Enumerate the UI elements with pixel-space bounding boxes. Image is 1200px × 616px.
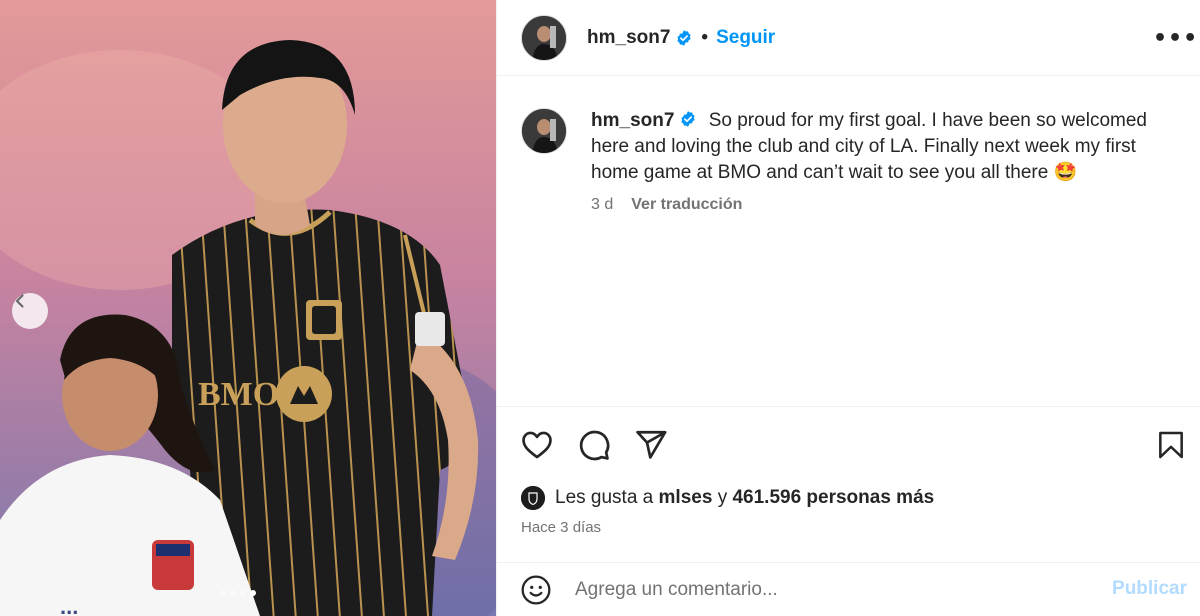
carousel-dot [230,590,236,596]
carousel-dot [220,590,226,596]
avatar-image [522,109,566,153]
caption-time: 3 d [591,196,614,213]
avatar-image [522,15,566,60]
likes-count[interactable]: 461.596 personas más [732,487,934,509]
emoji-button[interactable] [519,573,553,607]
bookmark-icon [1159,431,1183,459]
svg-text:...: ... [60,594,78,616]
carousel-prev-button[interactable] [12,293,48,329]
post-side-panel: hm_son7 • Seguir ••• hm_son7 So proud fo… [496,0,1200,616]
photo-illustration: BMO ... [0,0,496,616]
likes-summary: Les gusta a mlses y 461.596 personas más [521,486,934,510]
verified-badge-icon [681,111,696,127]
action-bar [497,406,1200,478]
comment-button[interactable] [576,427,612,463]
follow-button[interactable]: Seguir [716,27,775,49]
save-button[interactable] [1153,427,1189,463]
liker-username[interactable]: mlses [659,487,713,509]
caption-username[interactable]: hm_son7 [591,110,674,131]
avatar[interactable] [521,14,567,61]
caption-body: hm_son7 So proud for my first goal. I ha… [591,108,1181,186]
caption: hm_son7 So proud for my first goal. I ha… [521,108,1181,214]
comment-input[interactable] [575,578,1095,601]
carousel-dot [240,590,246,596]
mls-logo-icon [521,486,545,510]
smiley-icon [521,575,551,604]
caption-meta: 3 d Ver traducción [591,196,1181,214]
comment-bubble-icon [579,430,610,461]
jersey-sponsor-text: BMO [198,376,279,413]
carousel-dot-active [250,590,256,596]
author-username[interactable]: hm_son7 [587,27,670,49]
carousel-dots [220,590,256,596]
like-button[interactable] [519,427,555,463]
comment-bar: Publicar [497,562,1200,616]
caption-avatar[interactable] [521,108,567,154]
likes-connector: y [717,487,728,508]
heart-icon [522,431,552,459]
header-separator: • [701,26,709,48]
translate-link[interactable]: Ver traducción [631,196,742,214]
liker-avatar[interactable] [521,486,545,510]
verified-badge-icon [677,29,692,46]
post-header: hm_son7 • Seguir ••• [497,0,1200,76]
chevron-left-icon [15,294,24,308]
paper-plane-icon [636,430,667,459]
share-button[interactable] [633,427,669,463]
likes-prefix: Les gusta a [555,487,654,508]
publish-button[interactable]: Publicar [1112,578,1187,600]
post-timestamp[interactable]: Hace 3 días [521,519,601,536]
more-options-button[interactable]: ••• [1153,22,1197,54]
post-photo[interactable]: BMO ... [0,0,496,616]
